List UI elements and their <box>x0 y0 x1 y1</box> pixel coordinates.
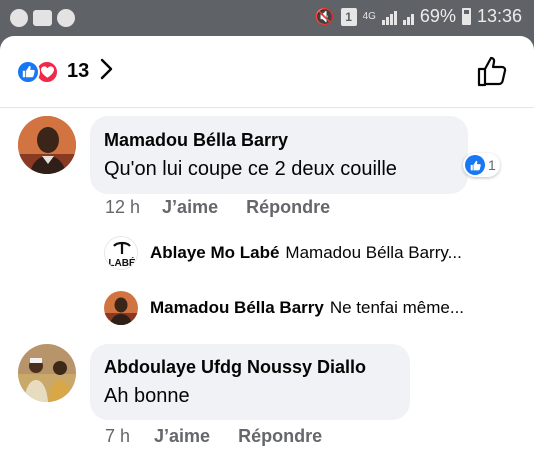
thumbs-up-outline-icon[interactable] <box>476 54 510 88</box>
comment-actions: 7 h J’aime Répondre <box>105 426 322 447</box>
like-button[interactable]: J’aime <box>154 426 210 447</box>
notification-icons <box>10 9 75 27</box>
avatar[interactable]: LABÉ <box>104 236 138 270</box>
reactions-summary[interactable]: 13 <box>16 58 113 85</box>
messenger-icon <box>57 9 75 27</box>
reply-item[interactable]: Ablaye Mo Labé Mamadou Béllа Barry... <box>150 243 462 263</box>
system-status: 🔇 1 4G 69% 13:36 <box>315 6 522 27</box>
comment-author[interactable]: Mamadou Béllа Barry <box>104 130 288 151</box>
like-icon <box>16 59 40 84</box>
reply-item[interactable]: Mamadou Béllа Barry Ne tenfai même... <box>150 298 464 318</box>
battery-icon <box>461 8 471 25</box>
comment-actions: 12 h J’aime Répondre <box>105 197 330 218</box>
reaction-badge[interactable]: 1 <box>463 153 500 177</box>
mute-icon: 🔇 <box>314 8 335 26</box>
like-icon <box>465 155 485 175</box>
reply-button[interactable]: Répondre <box>238 426 322 447</box>
avatar[interactable] <box>104 291 138 325</box>
comment-time: 7 h <box>105 426 131 446</box>
status-bar: 🔇 1 4G 69% 13:36 <box>0 0 534 36</box>
chevron-right-icon <box>99 58 113 85</box>
reply-preview: Mamadou Béllа Barry... <box>285 243 462 262</box>
status-app-icon <box>10 9 28 27</box>
signal-icon-2 <box>402 9 414 25</box>
battery-percent: 69% <box>419 6 456 26</box>
folder-icon <box>33 10 52 26</box>
network-type: 4G <box>362 10 376 22</box>
comment-text: Ah bonne <box>104 385 190 407</box>
reply-button[interactable]: Répondre <box>246 197 330 218</box>
avatar[interactable] <box>18 344 76 402</box>
clock: 13:36 <box>476 6 522 26</box>
labe-logo-text: LABÉ <box>108 256 136 269</box>
avatar[interactable] <box>18 116 76 174</box>
comment-time: 12 h <box>105 197 141 217</box>
signal-icon <box>381 9 397 25</box>
reaction-badge-count: 1 <box>488 157 496 173</box>
reply-author[interactable]: Ablaye Mo Labé <box>150 243 279 263</box>
labe-logo-icon: LABÉ <box>105 237 137 269</box>
reply-preview: Ne tenfai même... <box>329 298 465 317</box>
comment-author[interactable]: Abdoulaye Ufdg Noussy Diallo <box>104 357 366 378</box>
comment-bubble[interactable]: Abdoulaye Ufdg Noussy Diallo Ah bonne <box>90 344 410 420</box>
reactions-header: 13 <box>0 36 534 108</box>
comments-sheet: 13 Mamadou Béllа Barry Qu'on lui coupe c… <box>0 36 534 462</box>
comment-bubble[interactable]: Mamadou Béllа Barry Qu'on lui coupe ce 2… <box>90 116 468 194</box>
reaction-count: 13 <box>67 60 90 82</box>
sim-icon: 1 <box>340 7 357 26</box>
like-button[interactable]: J’aime <box>162 197 218 218</box>
reply-author[interactable]: Mamadou Béllа Barry <box>150 298 324 318</box>
comment-text: Qu'on lui coupe ce 2 deux couille <box>104 158 397 180</box>
